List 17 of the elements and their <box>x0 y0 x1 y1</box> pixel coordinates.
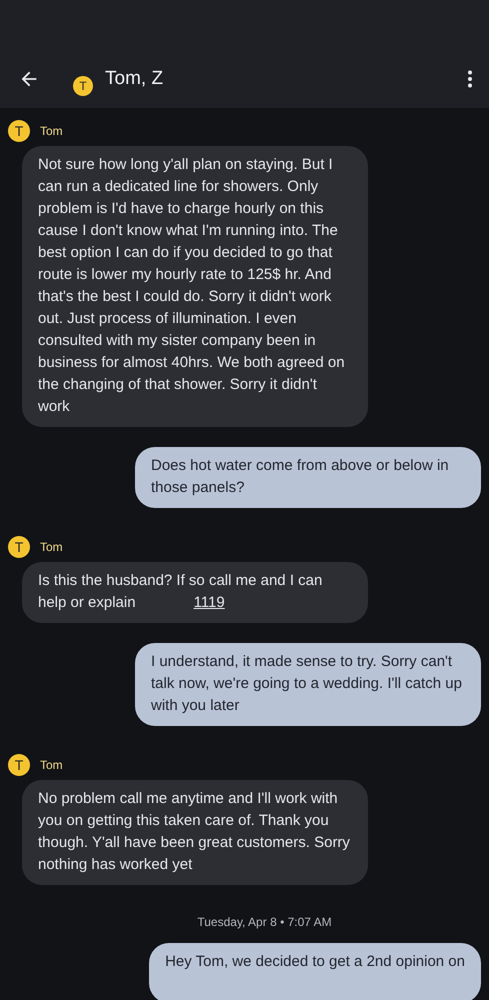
timestamp: Tuesday, Apr 8 • 7:07 AM <box>197 915 332 929</box>
sender-name: Tom <box>40 758 63 772</box>
incoming-message: Is this the husband? If so call me and I can help or explain 1119 <box>22 562 368 623</box>
sender-avatar: T <box>8 754 30 776</box>
sender-name: Tom <box>40 540 63 554</box>
contact-avatar: T <box>73 76 93 96</box>
incoming-message: Not sure how long y'all plan on staying. But I can run a dedicated line for showers. Only problem is I'd have to charge hourly on this cause I don't know what I'm running into. The best option I can do if you decided to go that route is lower my hourly rate to 125$ hr. And that's the best I could do. Sorry it didn't work out. Just process of illumination. I even consulted with my sister company been in business for almost 40hrs. We both agreed on the changing of that shower. Sorry it didn't work <box>22 146 368 427</box>
more-options-icon[interactable] <box>467 70 473 88</box>
sender-name: Tom <box>40 124 63 138</box>
sender-avatar: T <box>8 536 30 558</box>
outgoing-message: Does hot water come from above or below in those panels? <box>135 447 481 508</box>
sender-avatar: T <box>8 120 30 142</box>
incoming-message: No problem call me anytime and I'll work with you on getting this taken care of. Thank you though. Y'all have been great customers. Sorry nothing has worked yet <box>22 780 368 885</box>
outgoing-message: I understand, it made sense to try. Sorry can't talk now, we're going to a wedding. I'll catch up with you later <box>135 643 481 726</box>
phone-link[interactable]: 1119 <box>194 594 225 611</box>
outgoing-message: Hey Tom, we decided to get a 2nd opinion on <box>149 943 481 1000</box>
contact-name: Tom, Z <box>105 68 164 90</box>
